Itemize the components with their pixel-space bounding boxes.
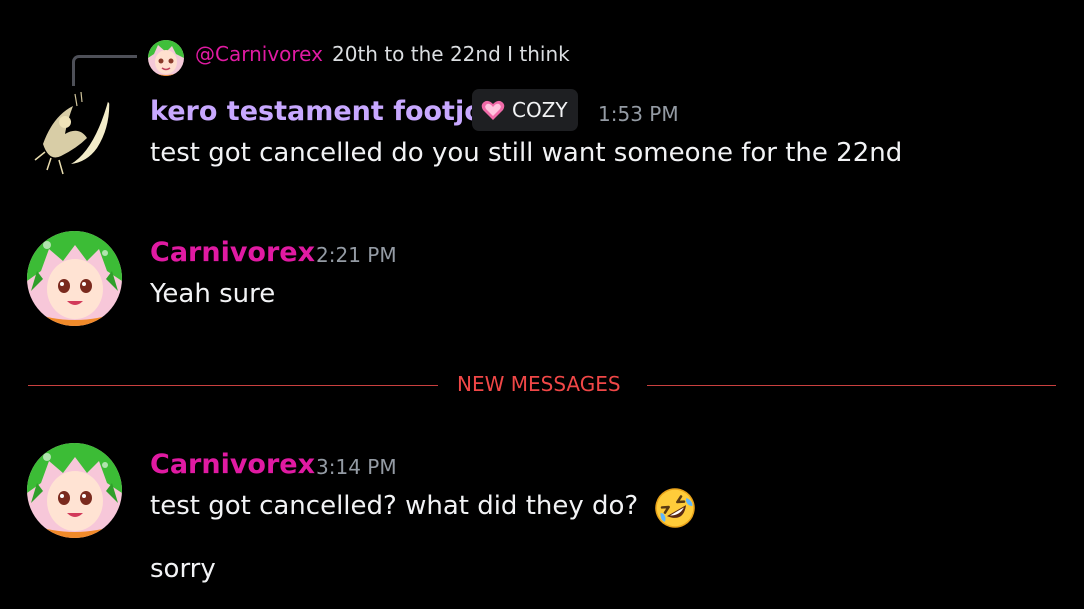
message-text: Yeah sure <box>150 279 276 309</box>
rolling-on-floor-laughing-emoji[interactable] <box>654 487 696 533</box>
carnivorex-avatar[interactable] <box>27 231 122 326</box>
timestamp[interactable]: 2:21 PM <box>316 243 397 267</box>
message-author[interactable]: Carnivorex <box>150 237 315 268</box>
message-text: sorry <box>150 554 216 584</box>
message-author[interactable]: Carnivorex <box>150 449 315 480</box>
new-messages-divider-right <box>647 385 1056 386</box>
reply-author[interactable]: @Carnivorex <box>195 42 323 66</box>
new-messages-label: NEW MESSAGES <box>457 372 621 396</box>
message-text: test got cancelled do you still want som… <box>150 138 903 168</box>
tag-label: COZY <box>512 98 568 122</box>
reply-avatar[interactable] <box>148 40 184 76</box>
kero-avatar[interactable] <box>25 86 120 181</box>
carnivorex-avatar[interactable] <box>27 443 122 538</box>
new-messages-divider-left <box>28 385 438 386</box>
reply-connector-line <box>72 55 137 86</box>
timestamp[interactable]: 1:53 PM <box>598 102 679 126</box>
reply-text[interactable]: 20th to the 22nd I think <box>332 42 570 66</box>
message-text: test got cancelled? what did they do? <box>150 491 639 521</box>
timestamp[interactable]: 3:14 PM <box>316 455 397 479</box>
message-author[interactable]: kero testament footjob <box>150 96 502 127</box>
server-tag[interactable]: COZY <box>472 89 578 131</box>
pink-heart-icon <box>481 99 505 125</box>
